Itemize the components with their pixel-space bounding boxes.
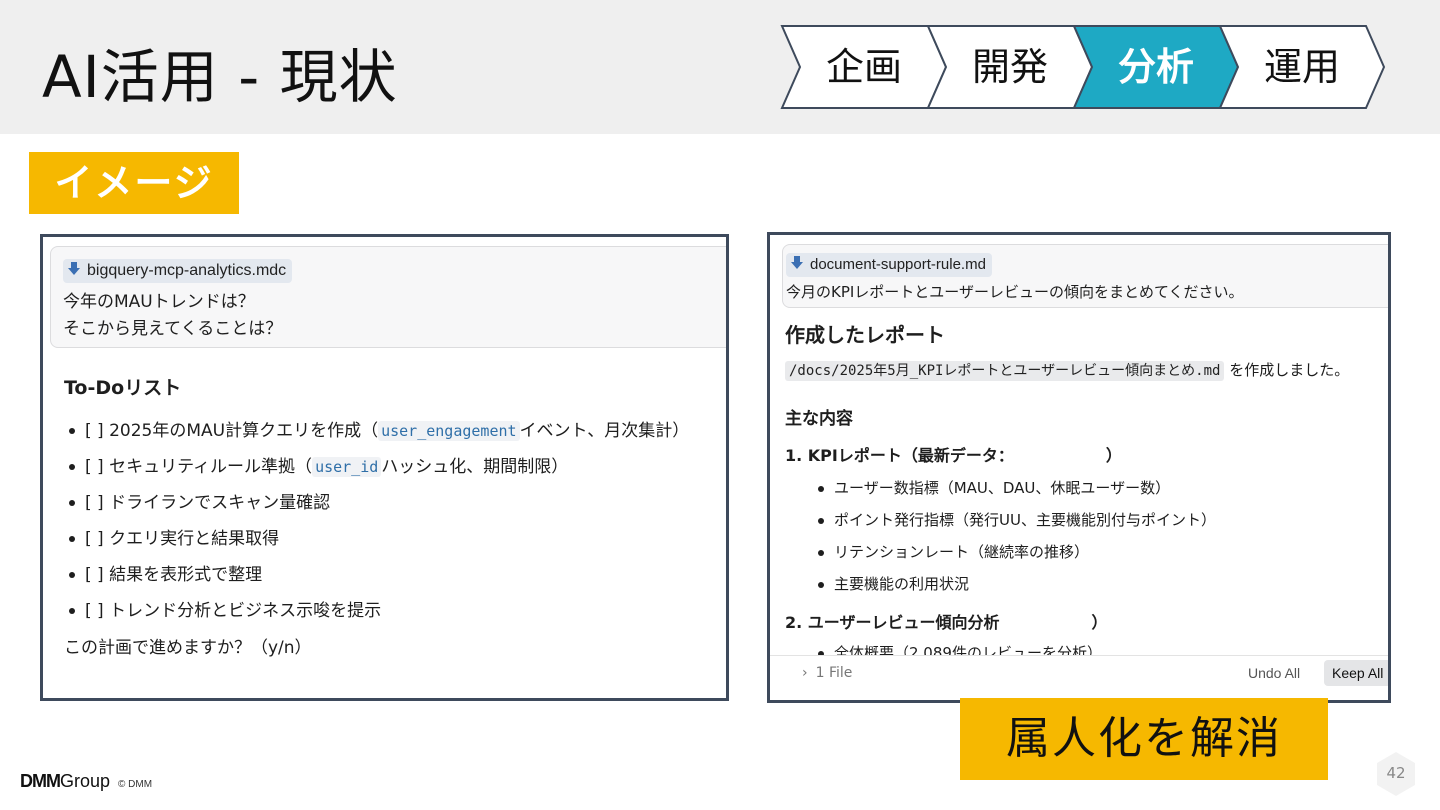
bullet	[69, 536, 75, 542]
bullet	[69, 464, 75, 470]
step-planning: 企画	[825, 45, 902, 89]
main-contents-heading: 主な内容	[785, 409, 853, 429]
right-prompt-text: 今月のKPIレポートとユーザーレビューの傾向をまとめてください。	[786, 283, 1244, 301]
chevron-right-icon: ›	[802, 665, 808, 681]
kpi-bullet-text: 主要機能の利用状況	[834, 575, 970, 593]
inline-code: user_engagement	[378, 421, 520, 441]
left-file-name: bigquery-mcp-analytics.mdc	[87, 262, 287, 279]
right-file-chip[interactable]: document-support-rule.md	[786, 253, 992, 277]
inline-code: user_id	[312, 457, 382, 477]
step-operation: 運用	[1263, 45, 1340, 89]
kpi-bullet-text: ユーザー数指標（MAU、DAU、休眠ユーザー数）	[834, 479, 1171, 497]
report-heading: 作成したレポート	[785, 323, 945, 347]
left-prompt-box: bigquery-mcp-analytics.mdc 今年のMAUトレンドは？ …	[50, 246, 726, 348]
step-analysis: 分析	[1117, 45, 1194, 89]
kpi-report-item: 1. KPIレポート（最新データ： ）	[785, 442, 1122, 466]
kpi-bullet-text: リテンションレート（継続率の推移）	[834, 543, 1090, 561]
page-number: 42	[1386, 764, 1406, 782]
right-file-name: document-support-rule.md	[810, 256, 986, 273]
review-analysis-item: 2. ユーザーレビュー傾向分析 ）	[785, 609, 1107, 633]
download-arrow-icon	[791, 256, 803, 269]
bullet	[818, 549, 824, 556]
left-prompt-line-1: 今年のMAUトレンドは？	[63, 292, 255, 312]
todo-text: ハッシュ化、期間制限）	[381, 457, 569, 477]
kpi-report-close: ）	[1105, 446, 1122, 465]
files-count: 1 File	[815, 665, 853, 681]
todo-item-2: [ ] セキュリティルール準拠（ user_id ハッシュ化、期間制限）	[69, 452, 568, 477]
bullet	[818, 581, 824, 588]
files-toggle[interactable]: › 1 File	[802, 665, 852, 681]
review-analysis-title: 2. ユーザーレビュー傾向分析	[785, 613, 1000, 632]
step-development: 開発	[971, 45, 1048, 89]
todo-item-4: [ ] クエリ実行と結果取得	[69, 524, 279, 549]
kpi-report-title: 1. KPIレポート（最新データ：	[785, 446, 1014, 465]
kpi-bullet-3: リテンションレート（継続率の推移）	[818, 541, 1089, 562]
bullet	[69, 428, 75, 434]
bullet	[69, 500, 75, 506]
undo-all-button[interactable]: Undo All	[1248, 665, 1300, 681]
created-file-path[interactable]: /docs/2025年5月_KPIレポートとユーザーレビュー傾向まとめ.md	[785, 361, 1225, 381]
bullet	[818, 485, 824, 492]
dmm-group-logo: DMMGroup © DMM	[20, 771, 152, 792]
todo-item-6: [ ] トレンド分析とビジネス示唆を提示	[69, 596, 381, 621]
todo-text: イベント、月次集計）	[519, 421, 690, 441]
review-analysis-close: ）	[1091, 613, 1108, 632]
todo-heading: To-Doリスト	[64, 377, 182, 399]
bullet	[69, 608, 75, 614]
created-file-line: /docs/2025年5月_KPIレポートとユーザーレビュー傾向まとめ.md を…	[785, 359, 1350, 381]
process-steps: 企画 開発 分析 運用	[780, 24, 1388, 110]
confirm-question: この計画で進めますか？（y/n）	[64, 638, 312, 658]
todo-text: [ ] ドライランでスキャン量確認	[85, 493, 331, 513]
todo-text: [ ] セキュリティルール準拠（	[85, 457, 313, 477]
todo-text: [ ] 2025年のMAU計算クエリを作成（	[85, 421, 379, 441]
logo-group: Group	[60, 771, 111, 791]
todo-item-5: [ ] 結果を表形式で整理	[69, 560, 262, 585]
bullet	[818, 517, 824, 524]
bullet	[69, 572, 75, 578]
resolve-silo-badge: 属人化を解消	[960, 698, 1328, 780]
left-file-chip[interactable]: bigquery-mcp-analytics.mdc	[63, 259, 293, 283]
page-number-badge: 42	[1374, 750, 1418, 798]
kpi-bullet-2: ポイント発行指標（発行UU、主要機能別付与ポイント）	[818, 509, 1216, 530]
keep-all-button[interactable]: Keep All	[1324, 660, 1388, 686]
page-title: AI活用 - 現状	[42, 43, 398, 111]
copyright: © DMM	[118, 779, 153, 790]
kpi-bullet-4: 主要機能の利用状況	[818, 573, 969, 594]
kpi-bullet-text: ポイント発行指標（発行UU、主要機能別付与ポイント）	[834, 511, 1216, 529]
kpi-bullet-1: ユーザー数指標（MAU、DAU、休眠ユーザー数）	[818, 477, 1170, 498]
download-arrow-icon	[68, 262, 80, 275]
pending-changes-bar: › 1 File Undo All Keep All	[770, 655, 1388, 693]
right-prompt-box: document-support-rule.md 今月のKPIレポートとユーザー…	[782, 244, 1388, 308]
created-suffix: を作成しました。	[1229, 361, 1350, 379]
left-chat-panel: bigquery-mcp-analytics.mdc 今年のMAUトレンドは？ …	[40, 234, 729, 701]
right-chat-panel: document-support-rule.md 今月のKPIレポートとユーザー…	[767, 232, 1391, 703]
todo-text: [ ] 結果を表形式で整理	[85, 565, 263, 585]
image-badge: イメージ	[29, 152, 239, 214]
todo-item-1: [ ] 2025年のMAU計算クエリを作成（ user_engagement イベン…	[69, 416, 689, 441]
left-prompt-line-2: そこから見えてくることは？	[63, 319, 283, 339]
todo-text: [ ] クエリ実行と結果取得	[85, 529, 280, 549]
logo-brand: DMM	[20, 771, 61, 791]
todo-item-3: [ ] ドライランでスキャン量確認	[69, 488, 330, 513]
todo-text: [ ] トレンド分析とビジネス示唆を提示	[85, 601, 382, 621]
